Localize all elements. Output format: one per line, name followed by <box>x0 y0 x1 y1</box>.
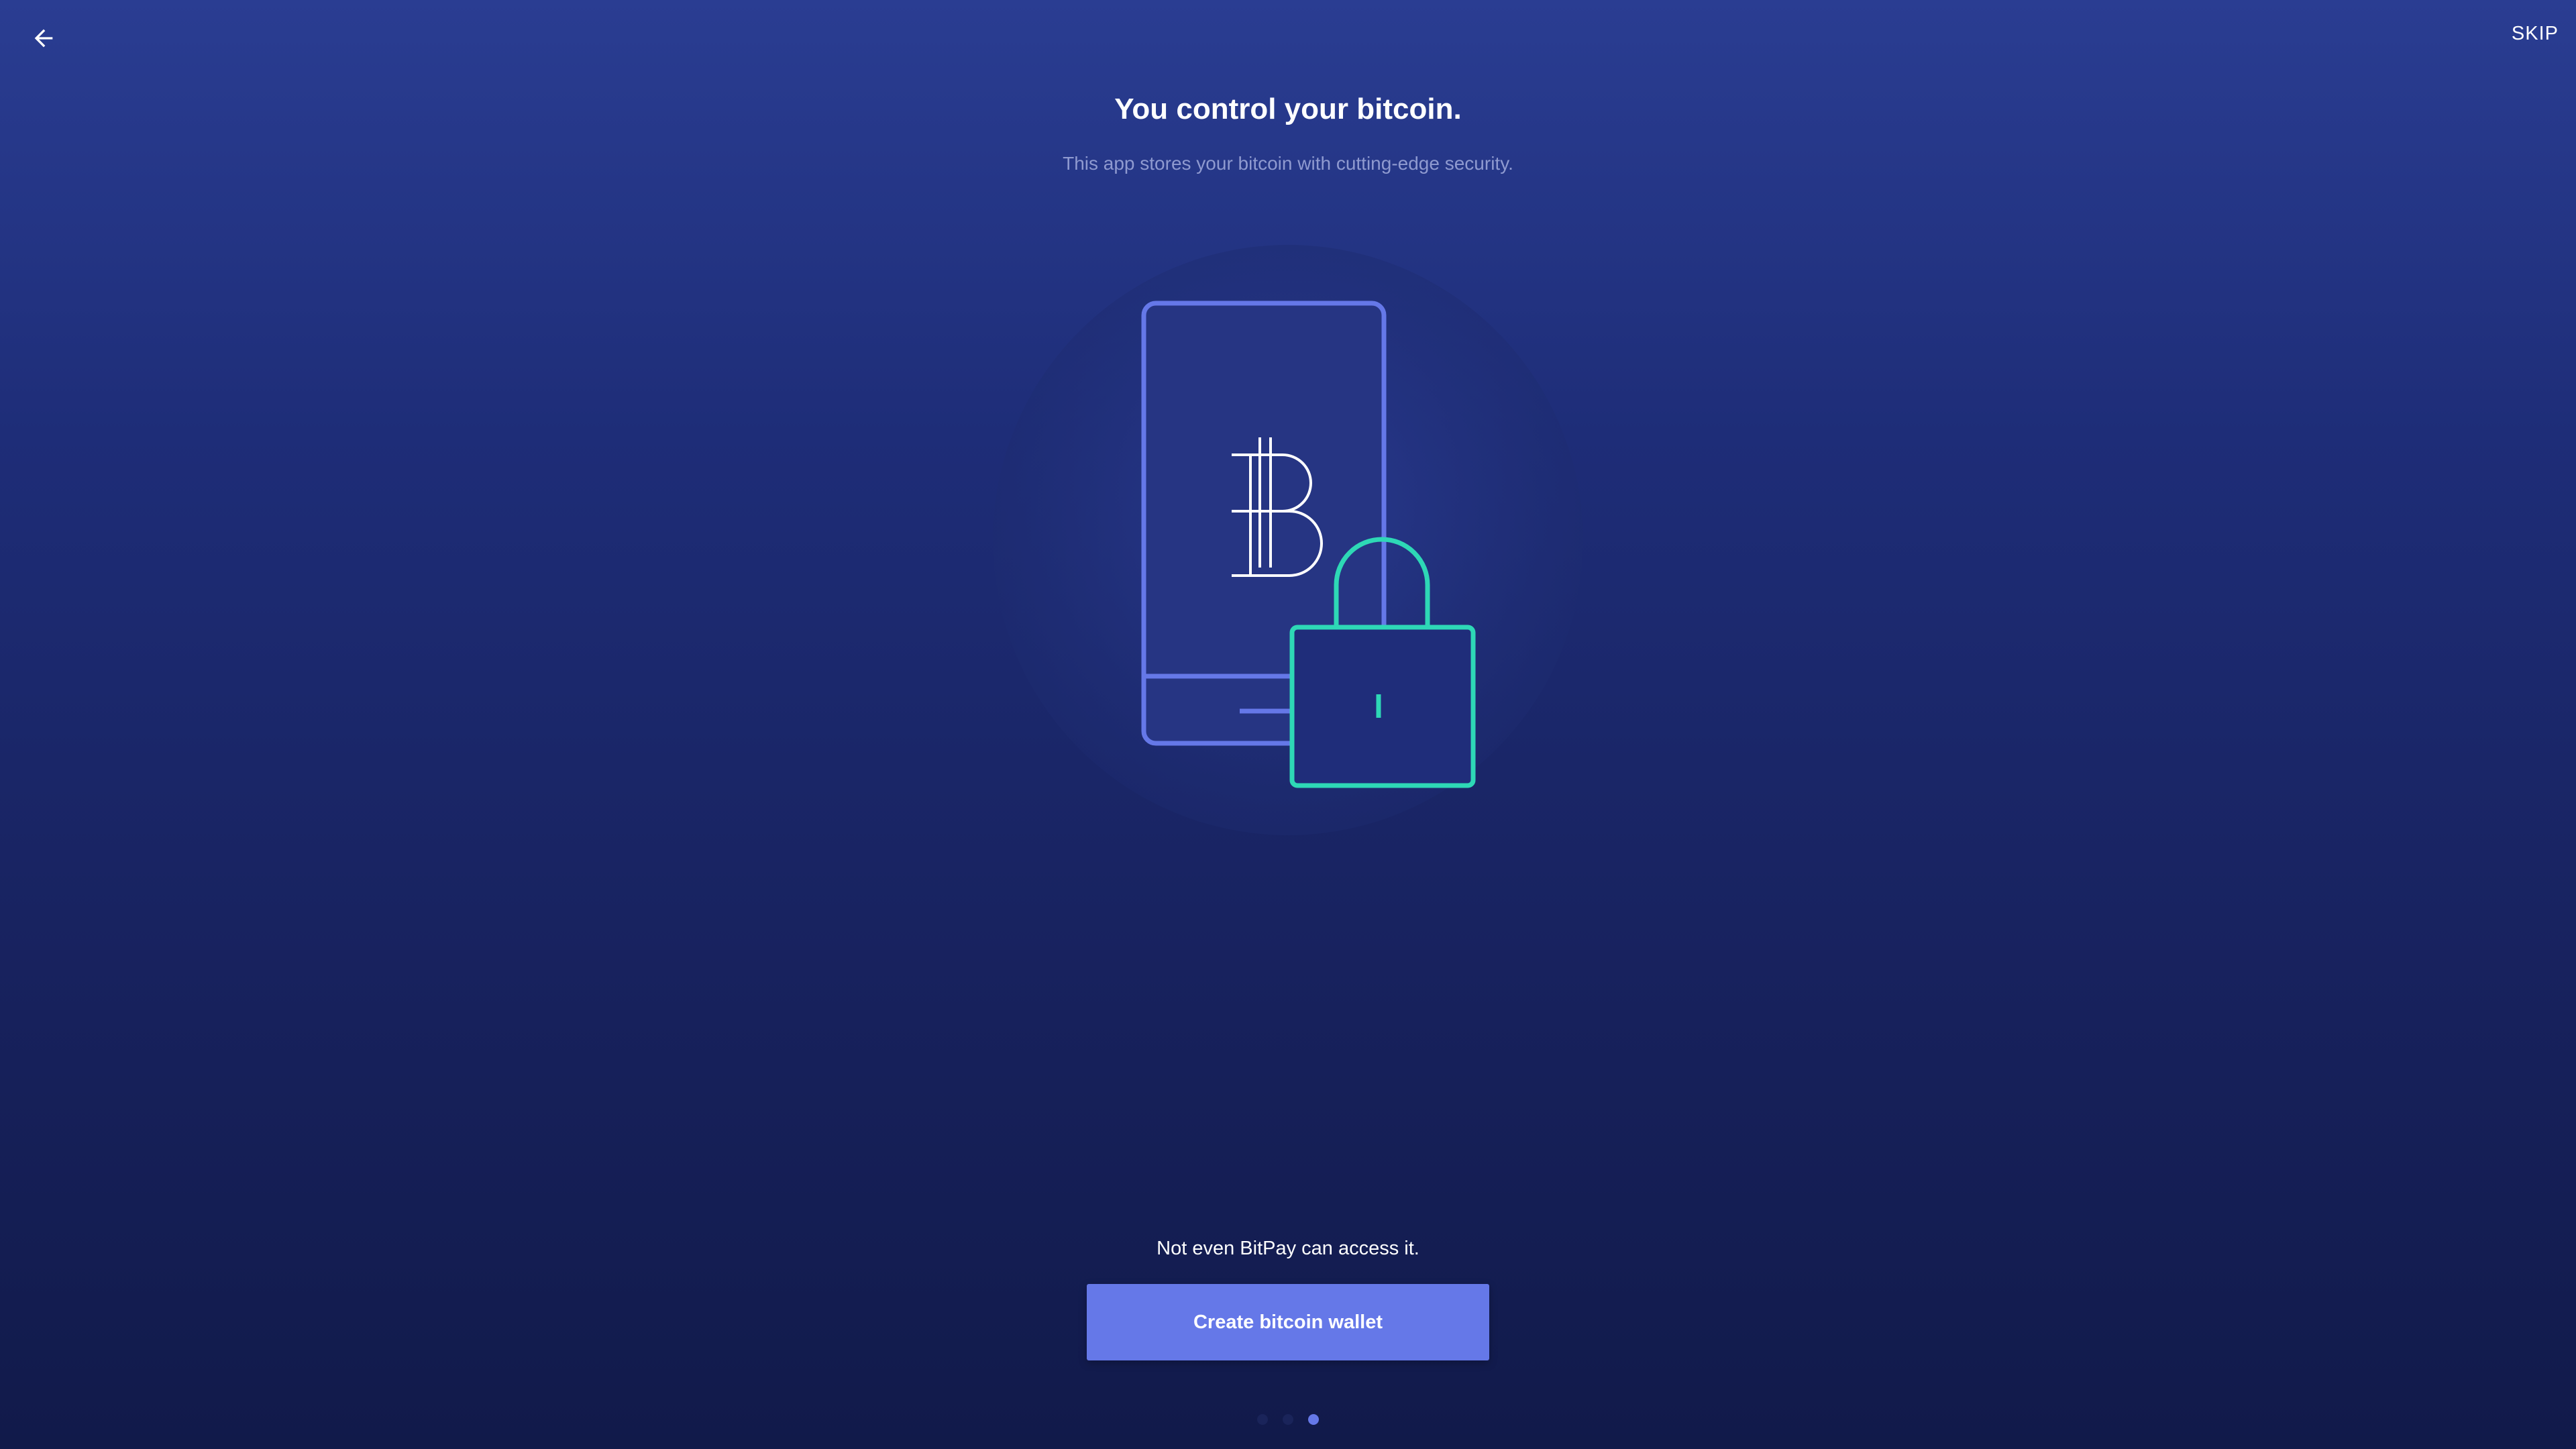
pagination-dot-2[interactable] <box>1283 1414 1293 1425</box>
pagination-dot-3[interactable] <box>1308 1414 1319 1425</box>
security-illustration <box>993 245 1583 835</box>
security-note: Not even BitPay can access it. <box>1157 1238 1419 1259</box>
create-wallet-button[interactable]: Create bitcoin wallet <box>1087 1284 1489 1360</box>
pagination-dots <box>0 1414 2576 1425</box>
page-subtitle: This app stores your bitcoin with cuttin… <box>1063 153 1513 174</box>
page-title: You control your bitcoin. <box>1114 93 1462 125</box>
pagination-dot-1[interactable] <box>1257 1414 1268 1425</box>
back-button[interactable] <box>20 15 67 62</box>
arrow-left-icon <box>34 29 53 48</box>
skip-button[interactable]: SKIP <box>2512 23 2559 45</box>
